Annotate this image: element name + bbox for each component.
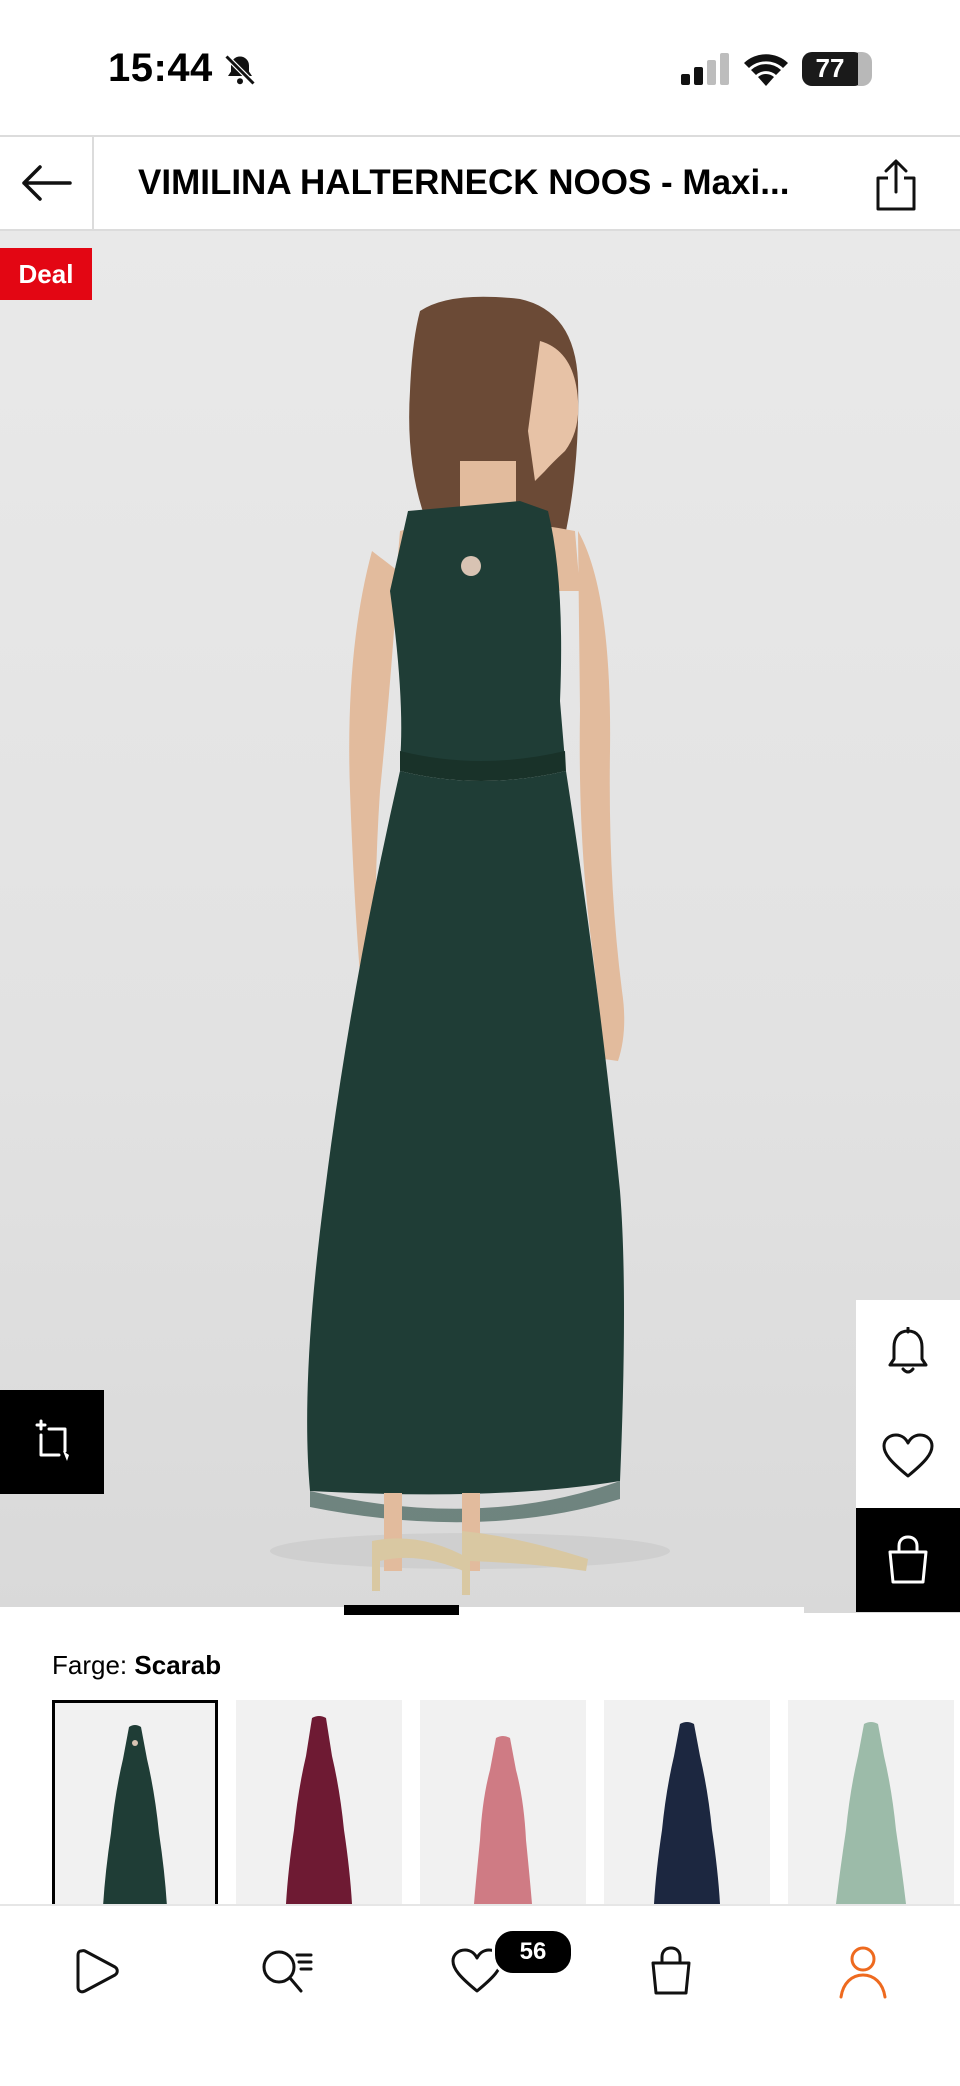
color-swatch-sage[interactable] [788, 1700, 954, 1904]
nav-bag[interactable] [636, 1936, 706, 2006]
home-icon [76, 1949, 119, 1994]
add-to-bag-button[interactable] [856, 1508, 960, 1612]
bell-off-icon [224, 54, 256, 86]
image-carousel-indicator[interactable] [344, 1605, 459, 1615]
visual-search-button[interactable] [0, 1390, 104, 1494]
wifi-icon [744, 54, 788, 86]
color-swatches [52, 1700, 960, 1904]
color-swatch-navy[interactable] [604, 1700, 770, 1904]
wishlist-count-badge: 56 [492, 1928, 574, 1976]
selected-color-name: Scarab [134, 1650, 222, 1680]
bag-icon [888, 1535, 928, 1584]
dress-thumbnail [836, 1722, 906, 1904]
bag-icon [651, 1946, 691, 1995]
side-actions [856, 1300, 960, 1612]
color-swatch-scarab[interactable] [52, 1700, 218, 1904]
color-label-prefix: Farge: [52, 1650, 128, 1680]
share-button[interactable] [866, 155, 926, 215]
dress-thumbnail [286, 1716, 352, 1904]
battery-icon: 77 [802, 52, 872, 88]
nav-home[interactable] [62, 1936, 132, 2006]
color-label: Farge: Scarab [52, 1650, 221, 1681]
battery-level: 77 [815, 53, 845, 83]
page-title: VIMILINA HALTERNECK NOOS - Maxi... [138, 163, 790, 202]
profile-icon [839, 1946, 887, 1999]
nav-search[interactable] [252, 1936, 322, 2006]
share-icon [876, 159, 916, 211]
crop-search-icon [35, 1419, 69, 1461]
wishlist-button[interactable] [856, 1404, 960, 1508]
product-header: VIMILINA HALTERNECK NOOS - Maxi... [0, 135, 960, 231]
color-swatch-rose[interactable] [420, 1700, 586, 1904]
model-illustration [270, 296, 670, 1595]
product-image[interactable] [0, 231, 960, 1613]
dress [390, 501, 565, 761]
dress-thumbnail [654, 1722, 720, 1904]
notify-button[interactable] [856, 1300, 960, 1404]
nav-profile[interactable] [828, 1936, 898, 2006]
arrow-left-icon [22, 165, 72, 201]
heart-icon [882, 1433, 934, 1478]
search-icon [262, 1950, 313, 1993]
dress-thumbnail [474, 1736, 532, 1904]
status-time: 15:44 [108, 46, 213, 90]
bell-icon [888, 1327, 928, 1374]
signal-icon [681, 53, 729, 85]
color-swatch-burgundy[interactable] [236, 1700, 402, 1904]
dress-thumbnail [103, 1725, 167, 1904]
bottom-navigation [0, 1904, 960, 2086]
deal-badge: Deal [0, 248, 92, 300]
back-button[interactable] [0, 137, 94, 229]
